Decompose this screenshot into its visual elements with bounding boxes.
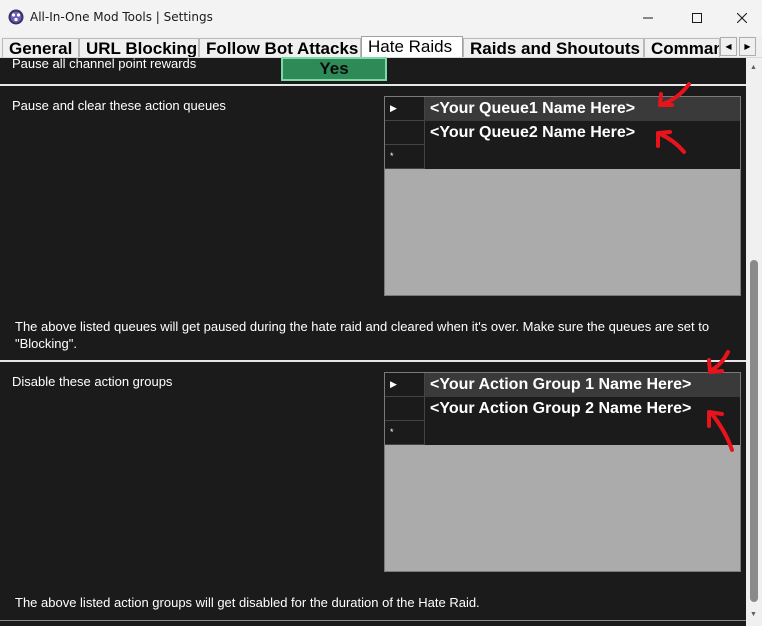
tab-scroll-right-button[interactable]: ▶ <box>739 37 756 56</box>
scroll-up-icon[interactable]: ▲ <box>750 64 757 71</box>
settings-tabstrip: General URL Blocking Follow Bot Attacks … <box>0 36 762 58</box>
new-row-header[interactable]: * <box>385 145 425 169</box>
action-group-cell[interactable]: <Your Action Group 1 Name Here> <box>425 373 740 397</box>
close-button[interactable] <box>719 0 762 36</box>
queues-label: Pause and clear these action queues <box>12 98 226 113</box>
pause-rewards-toggle[interactable]: Yes <box>281 57 387 81</box>
vertical-scrollbar[interactable]: ▲ ▼ <box>746 58 762 626</box>
minimize-button[interactable] <box>625 0 671 36</box>
section-divider <box>0 360 746 362</box>
tab-follow-bot-attacks[interactable]: Follow Bot Attacks <box>199 38 361 57</box>
row-header[interactable] <box>385 121 425 145</box>
title-bar: All-In-One Mod Tools | Settings <box>0 0 762 36</box>
tab-hate-raids[interactable]: Hate Raids <box>361 36 463 57</box>
window-title: All-In-One Mod Tools | Settings <box>30 10 213 24</box>
scroll-down-icon[interactable]: ▼ <box>750 611 757 618</box>
tab-commands[interactable]: Comman <box>644 38 720 57</box>
new-row-cell[interactable] <box>425 145 740 169</box>
tab-scroll-left-button[interactable]: ◀ <box>720 37 737 56</box>
annotation-arrow-icon <box>658 82 691 107</box>
pause-rewards-label: Pause all channel point rewards <box>12 56 197 71</box>
new-row-header[interactable]: * <box>385 421 425 445</box>
maximize-button[interactable] <box>674 0 720 36</box>
tab-raids-and-shoutouts[interactable]: Raids and Shoutouts <box>463 38 644 57</box>
annotation-arrow-icon <box>707 350 730 374</box>
row-header[interactable] <box>385 397 425 421</box>
action-groups-label: Disable these action groups <box>12 374 173 389</box>
chevron-right-icon: ▶ <box>744 42 751 51</box>
tab-general[interactable]: General <box>2 38 79 57</box>
section-divider <box>0 620 746 621</box>
section-divider <box>0 84 746 86</box>
app-logo-icon <box>8 9 24 25</box>
queue-cell[interactable]: <Your Queue2 Name Here> <box>425 121 740 145</box>
action-group-cell[interactable]: <Your Action Group 2 Name Here> <box>425 397 740 421</box>
row-header[interactable]: ▶ <box>385 97 425 121</box>
new-row-cell[interactable] <box>425 421 740 445</box>
annotation-arrow-icon <box>707 410 734 452</box>
queues-description: The above listed queues will get paused … <box>15 319 710 351</box>
action-groups-grid[interactable]: ▶ <Your Action Group 1 Name Here> <Your … <box>384 372 741 572</box>
close-icon <box>737 13 747 23</box>
chevron-left-icon: ◀ <box>725 42 732 51</box>
row-header[interactable]: ▶ <box>385 373 425 397</box>
scrollbar-thumb[interactable] <box>750 260 758 602</box>
minimize-icon <box>643 17 653 19</box>
action-groups-description: The above listed action groups will get … <box>15 595 480 610</box>
annotation-arrow-icon <box>656 130 686 154</box>
maximize-icon <box>692 13 702 23</box>
tab-url-blocking[interactable]: URL Blocking <box>79 38 199 57</box>
